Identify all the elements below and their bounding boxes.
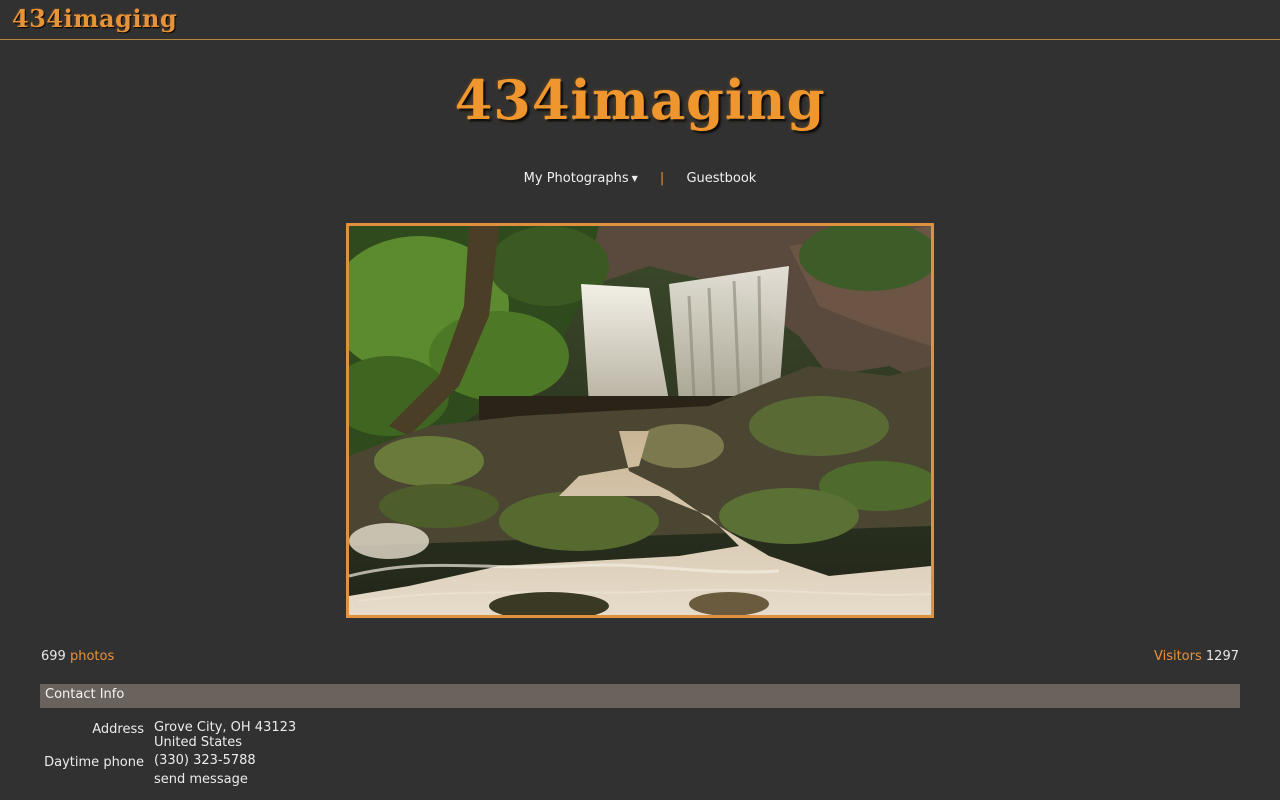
visitor-stats: Visitors 1297 [1154, 649, 1239, 664]
address-label: Address [92, 722, 144, 737]
photos-link[interactable]: photos [70, 649, 114, 664]
address-line2: United States [154, 735, 243, 750]
address-line1: Grove City, OH 43123 [154, 720, 297, 735]
phone-label: Daytime phone [44, 755, 144, 770]
caret-down-icon: ▼ [631, 174, 638, 183]
nav-my-photographs-label: My Photographs [523, 171, 629, 186]
site-logo-small[interactable]: 434imaging [12, 4, 177, 33]
photo-count: 699 [41, 649, 66, 664]
nav-my-photographs[interactable]: My Photographs ▼ [524, 171, 638, 186]
photo-stats: 699 photos [41, 649, 114, 664]
site-logo-main: 434imaging [454, 68, 826, 132]
phone-number: (330) 323-5788 [154, 753, 256, 768]
nav-separator: | [659, 171, 665, 186]
main-nav: My Photographs ▼ | Guestbook [0, 171, 1280, 186]
visitors-count: 1297 [1205, 649, 1239, 664]
top-bar: 434imaging [0, 0, 1280, 40]
visitors-label: Visitors [1153, 649, 1202, 664]
send-message-link[interactable]: send message [154, 772, 248, 787]
featured-photo[interactable] [346, 223, 934, 618]
contact-info-header: Contact Info [40, 684, 1240, 708]
nav-guestbook[interactable]: Guestbook [686, 171, 756, 186]
